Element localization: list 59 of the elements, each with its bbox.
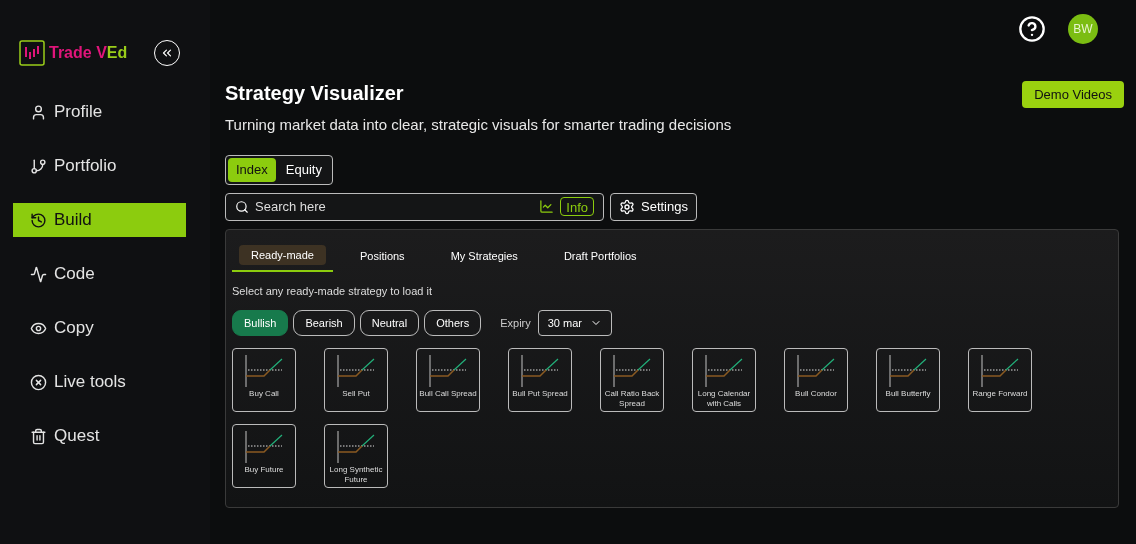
payoff-chart-drawing [980,355,1020,387]
sidebar-item[interactable]: Profile [13,95,186,129]
history-icon [30,211,47,229]
page-subtitle: Turning market data into clear, strategic visuals for smarter trading decisions [225,115,732,135]
payoff-chart-drawing [888,355,928,387]
chart-icon[interactable] [539,199,555,214]
filter-chip[interactable]: Bullish [232,310,289,336]
expiry-dropdown[interactable]: 30 mar [537,310,612,336]
payoff-chart-drawing [704,355,744,387]
strategy-card[interactable]: Buy Call [232,348,296,412]
filter-chip[interactable]: Others [424,310,482,336]
payoff-chart-drawing [612,355,652,387]
sidebar-item[interactable]: Build [13,203,186,237]
strategy-card[interactable]: Bull Call Spread [416,348,480,412]
strategy-card[interactable]: Buy Future [232,424,296,488]
sidebar-item[interactable]: Code [13,257,186,291]
line-graph-icon [30,265,47,283]
strategy-card[interactable]: Long Calendar with Calls [692,348,756,412]
sidebar-item[interactable]: Copy [13,311,186,345]
strategy-card[interactable]: Long Synthetic Future [324,424,388,488]
strategy-tab[interactable]: Positions [341,240,424,272]
strategy-card[interactable]: Bull Condor [784,348,848,412]
search-field[interactable]: Search here Info [225,192,604,221]
strategy-card[interactable]: Range Forward [968,348,1032,412]
strategy-tab[interactable]: Draft Portfolios [544,240,656,272]
settings-button[interactable]: Settings [610,192,697,221]
strategy-card[interactable]: Call Ratio Back Spread [600,348,664,412]
payoff-chart-drawing [520,355,560,387]
payoff-chart-drawing [796,355,836,387]
settings-icon [619,198,635,215]
segment-tab[interactable]: Index [228,157,276,182]
payoff-chart-drawing [336,355,376,387]
segment-tab[interactable]: Equity [277,157,330,182]
filter-chip[interactable]: Neutral [359,310,420,336]
logo-icon [19,39,45,66]
strategy-card[interactable]: Bull Put Spread [508,348,572,412]
sidebar-item[interactable]: Portfolio [13,149,186,183]
circle-x-icon [30,373,47,391]
user-icon [30,103,47,121]
payoff-chart-drawing [336,431,376,463]
strategy-tab[interactable]: My Strategies [431,240,537,272]
page-title: Strategy Visualizer [225,81,405,106]
strategy-card[interactable]: Sell Put [324,348,388,412]
help-icon[interactable] [1018,14,1046,43]
hint-text: Select any ready-made strategy to load it [232,283,433,299]
payoff-chart-drawing [428,355,468,387]
filter-chip[interactable]: Bearish [293,310,355,336]
payoff-chart-drawing [244,355,284,387]
sidebar-item[interactable]: Quest [13,419,186,453]
brand-name: Trade VEd [49,42,128,63]
expiry-label: Expiry [500,315,531,331]
strategy-card[interactable]: Bull Butterfly [876,348,940,412]
sidebar-item[interactable]: Live tools [13,365,186,399]
branch-icon [30,157,47,175]
payoff-chart-drawing [244,431,284,463]
info-button[interactable]: Info [560,197,594,216]
trash-icon [30,427,47,445]
search-icon [235,199,249,214]
demo-videos-button[interactable]: Demo Videos [1022,81,1124,108]
